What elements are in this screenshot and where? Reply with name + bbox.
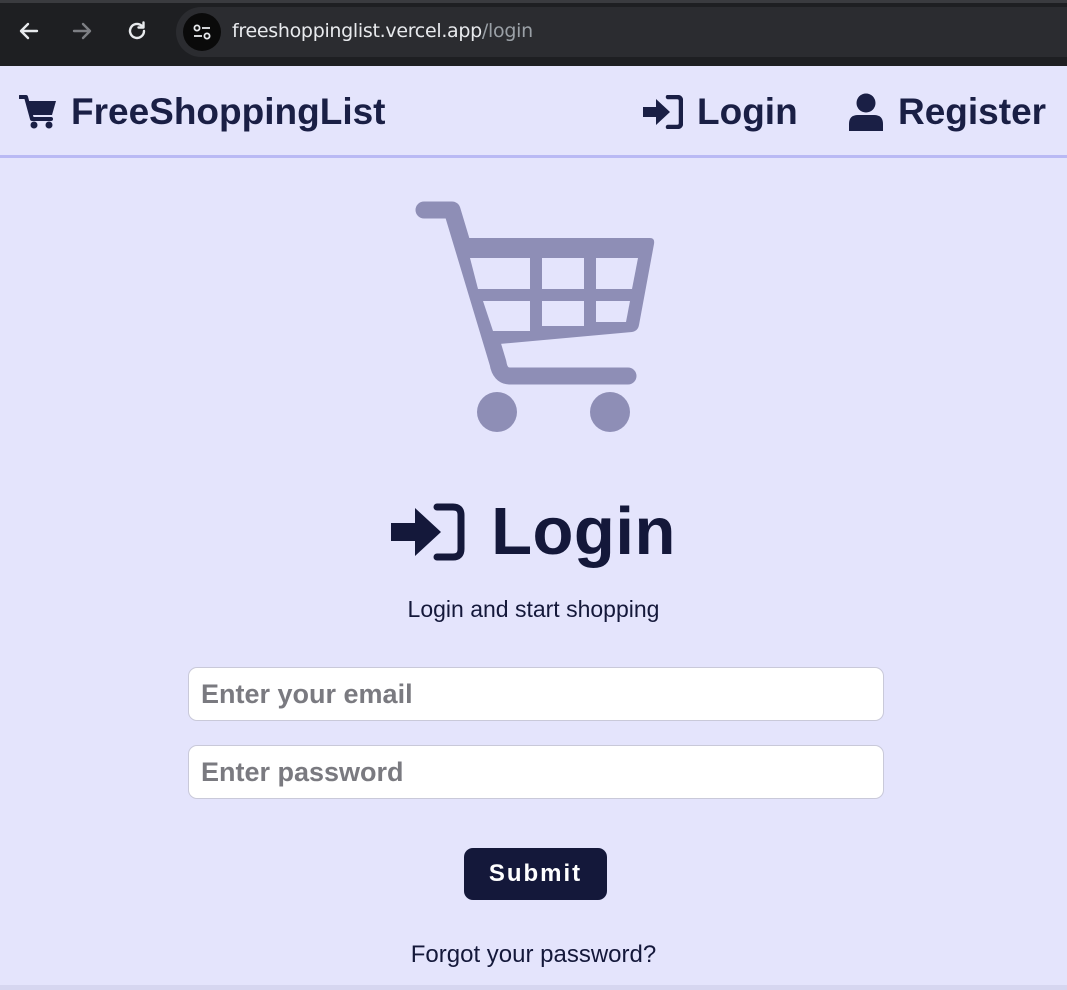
arrow-right-icon — [72, 22, 92, 40]
url-text[interactable]: freeshoppinglist.vercel.app/login — [232, 19, 533, 43]
page-title-text: Login — [491, 494, 676, 569]
page-subtitle: Login and start shopping — [407, 596, 660, 622]
app-header: FreeShoppingList Login Register — [0, 66, 1067, 158]
page-title: Login — [0, 492, 1067, 572]
url-host: freeshoppinglist.vercel.app — [232, 20, 482, 42]
reload-button[interactable] — [121, 15, 153, 47]
url-path: /login — [481, 20, 533, 42]
arrow-left-icon — [19, 22, 39, 40]
submit-button[interactable]: Submit — [464, 848, 607, 900]
page-bottom-divider — [0, 985, 1067, 990]
password-field[interactable] — [188, 745, 884, 799]
hero-shopping-cart-icon — [415, 201, 655, 432]
reload-icon — [128, 21, 146, 40]
sign-in-icon — [643, 95, 683, 129]
back-button[interactable] — [13, 15, 45, 47]
email-field[interactable] — [188, 667, 884, 721]
nav-register-link[interactable]: Register — [848, 90, 1046, 134]
nav-register-label: Register — [898, 91, 1047, 132]
brand-logo[interactable]: FreeShoppingList — [19, 90, 386, 134]
site-info-icon — [193, 24, 211, 40]
forward-button[interactable] — [66, 15, 98, 47]
browser-toolbar: freeshoppinglist.vercel.app/login — [0, 0, 1067, 66]
site-info-button[interactable] — [183, 13, 221, 51]
shopping-cart-icon — [19, 95, 56, 129]
brand-name: FreeShoppingList — [71, 91, 386, 132]
sign-in-icon — [391, 503, 465, 561]
nav-login-label: Login — [697, 91, 798, 132]
user-icon — [849, 93, 883, 131]
nav-login-link[interactable]: Login — [643, 90, 798, 134]
forgot-password-link[interactable]: Forgot your password? — [0, 940, 1067, 970]
